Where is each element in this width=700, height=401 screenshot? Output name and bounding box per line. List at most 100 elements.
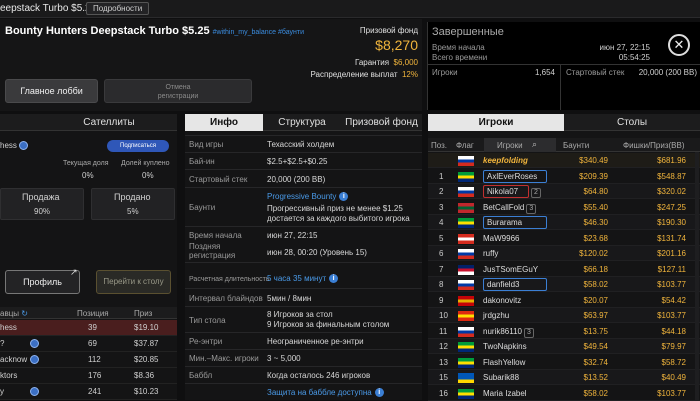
player-prize: $247.25 [657, 202, 686, 212]
staker-row[interactable]: y 241 $10.23 [0, 384, 177, 400]
staker-name: ktors [0, 371, 18, 380]
col-players[interactable]: Игроки [497, 141, 523, 150]
col-chips[interactable]: Фишки/Приз(BB) [623, 141, 685, 150]
reentry-label: Ре-энтри [189, 337, 223, 346]
refresh-icon[interactable]: ↻ [21, 309, 28, 318]
player-prize: $548.87 [657, 171, 686, 181]
row-divider [185, 152, 422, 153]
guarantee-value: $6,000 [393, 58, 418, 67]
staker-row[interactable]: ktors 176 $8.36 [0, 368, 177, 384]
tab-players[interactable]: Игроки [428, 114, 564, 131]
player-name-cell[interactable]: Nikola07 2 [483, 184, 541, 199]
player-row[interactable]: 1 AxlEverRoses $209.39 $548.87 [428, 168, 700, 184]
player-row[interactable]: 13 FlashYellow $32.74 $58.72 [428, 354, 700, 370]
player-row[interactable]: 12 TwoNapkins $49.54 $79.97 [428, 339, 700, 354]
tab-tables[interactable]: Столы [564, 114, 700, 131]
badge-icon [30, 355, 39, 364]
go-to-table-button[interactable]: Перейти к столу [96, 270, 171, 294]
sale-value: 90% [34, 207, 51, 216]
player-row[interactable]: 5 MaW9966 $23.68 $131.74 [428, 230, 700, 246]
distribution-label: Распределение выплат [310, 70, 398, 79]
info-icon[interactable]: i [339, 192, 349, 202]
tab-satellites[interactable]: Сателлиты [64, 114, 154, 131]
col-flag[interactable]: Флаг [456, 141, 474, 150]
tab-structure[interactable]: Структура [263, 114, 341, 131]
player-row[interactable]: 6 ruffy $120.02 $201.16 [428, 246, 700, 261]
staker-prize: $37.87 [134, 339, 159, 348]
player-position: 6 [439, 249, 444, 258]
staker-row[interactable]: acknow 112 $20.85 [0, 352, 177, 368]
staker-row[interactable]: hess 39 $19.10 [0, 320, 177, 336]
profile-button[interactable]: Профиль [5, 270, 80, 294]
staking-name: hess [0, 141, 17, 150]
player-name-cell[interactable]: jrdgzhu [483, 308, 509, 323]
player-row[interactable]: 9 dakonovitz $20.07 $54.42 [428, 292, 700, 308]
stakers-col-name: авцы ↻ [0, 309, 28, 318]
player-row[interactable]: keepfolding $340.49 $681.96 [428, 153, 700, 168]
player-row[interactable]: 8 danfield3 $58.02 $103.77 [428, 277, 700, 292]
details-button[interactable]: Подробности [86, 2, 150, 15]
player-name-cell[interactable]: MaW9966 [483, 231, 519, 246]
game-type-value: Техасский холдем [267, 140, 335, 149]
info-icon[interactable]: i [329, 274, 339, 284]
tab-prize-pool[interactable]: Призовой фонд [341, 114, 422, 131]
player-bounty: $120.02 [579, 249, 608, 258]
col-bounty[interactable]: Баунти [563, 141, 589, 150]
guarantee: Гарантия $6,000 [300, 58, 418, 67]
player-name-cell[interactable]: JusTSomEGuY [483, 262, 538, 277]
staker-row[interactable]: ? 69 $37.87 [0, 336, 177, 352]
player-name-cell[interactable]: FlashYellow [483, 355, 525, 370]
start-time-value: июн 27, 22:15 [267, 231, 318, 240]
player-name-cell[interactable]: Burarama [483, 215, 547, 230]
duration-value[interactable]: 5 часа 35 минут i [267, 274, 339, 284]
staker-position: 112 [88, 355, 101, 364]
player-name-cell[interactable]: keepfolding [483, 153, 528, 168]
player-row[interactable]: 2 Nikola07 2 $64.80 $320.02 [428, 184, 700, 199]
player-row[interactable]: 16 Maria Izabel $58.02 $103.77 [428, 385, 700, 401]
player-name-cell[interactable]: Subarik88 [483, 370, 519, 385]
player-prize: $40.49 [661, 373, 686, 382]
starting-stack-label: Стартовый стек [566, 68, 625, 77]
player-row[interactable]: 15 Subarik88 $13.52 $40.49 [428, 370, 700, 385]
main-lobby-button[interactable]: Главное лобби [5, 79, 98, 103]
player-row[interactable]: 4 Burarama $46.30 $190.30 [428, 215, 700, 230]
player-name-cell[interactable]: BetCallFold 3 [483, 200, 537, 215]
player-prize: $103.77 [657, 280, 686, 289]
player-row[interactable]: 3 BetCallFold 3 $55.40 $247.25 [428, 199, 700, 215]
row-divider [185, 349, 422, 350]
info-icon[interactable]: i [374, 388, 384, 398]
player-name-cell[interactable]: dakonovitz [483, 293, 521, 308]
player-name-cell[interactable]: danfield3 [483, 277, 547, 292]
external-link-icon[interactable]: ↗ [70, 267, 81, 278]
player-position: 4 [439, 218, 444, 227]
player-row[interactable]: 11 nurik86110 3 $13.75 $44.18 [428, 323, 700, 339]
col-position[interactable]: Поз. [431, 141, 447, 150]
subscribe-button[interactable]: Подписаться [107, 140, 169, 152]
bubble-protection[interactable]: Защита на баббле доступна i [267, 388, 384, 398]
row-divider [185, 262, 422, 263]
country-flag-icon [458, 171, 474, 182]
player-row[interactable]: 7 JusTSomEGuY $66.18 $127.11 [428, 261, 700, 277]
tab-info[interactable]: Инфо [185, 114, 263, 131]
player-name: keepfolding [483, 156, 528, 165]
tournament-tags[interactable]: #within_my_balance #баунти [213, 29, 304, 36]
player-name: Nikola07 [483, 185, 529, 198]
scrollbar[interactable] [695, 152, 699, 400]
unregister-button[interactable]: Отмена регистрации [104, 79, 252, 103]
status-title: Завершенные [432, 26, 504, 38]
row-divider [185, 226, 422, 227]
search-icon[interactable]: ⌕ [532, 139, 537, 150]
player-name-cell[interactable]: Maria Izabel [483, 386, 527, 401]
start-time-label: Время начала [189, 231, 242, 240]
blind-interval-label: Интервал блайндов [189, 294, 263, 303]
bounty-type[interactable]: Progressive Bounty i [267, 192, 349, 202]
player-name: JusTSomEGuY [483, 264, 539, 274]
player-name-cell[interactable]: ruffy [483, 246, 498, 261]
player-name-cell[interactable]: AxlEverRoses [483, 169, 547, 184]
player-row[interactable]: 10 jrdgzhu $63.97 $103.77 [428, 308, 700, 323]
country-flag-icon [458, 249, 474, 259]
player-prize: $681.96 [657, 156, 686, 165]
close-icon[interactable]: ✕ [668, 34, 690, 56]
player-name-cell[interactable]: nurik86110 3 [483, 324, 534, 339]
player-name-cell[interactable]: TwoNapkins [483, 339, 527, 354]
